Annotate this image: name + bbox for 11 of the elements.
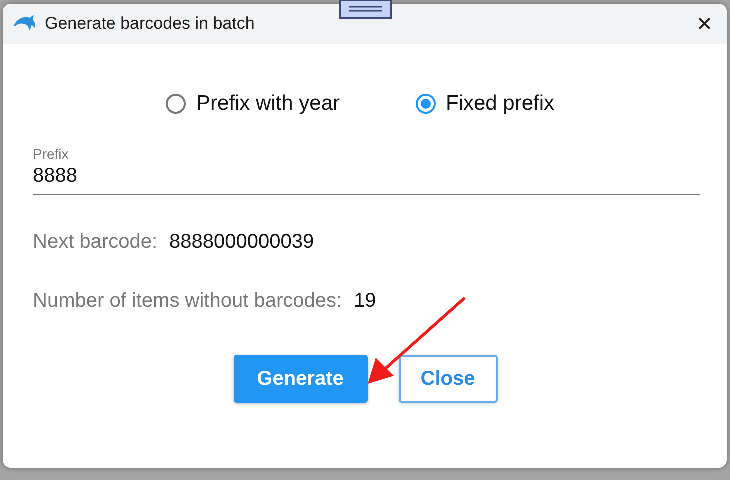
handle-icon[interactable] — [339, 0, 392, 19]
info-value: 19 — [354, 290, 376, 313]
prefix-field[interactable]: 8888 — [33, 165, 700, 188]
radio-option[interactable]: Prefix with year — [166, 92, 340, 116]
radio-option[interactable]: Fixed prefix — [416, 92, 555, 116]
close-button[interactable]: Close — [398, 355, 498, 403]
info-value: 8888000000039 — [170, 231, 314, 254]
field-label: Prefix — [33, 146, 69, 162]
info-label: Number of items without barcodes: — [33, 290, 342, 313]
info-label: Next barcode: — [33, 231, 158, 254]
window-title: Generate barcodes in batch — [45, 14, 256, 34]
